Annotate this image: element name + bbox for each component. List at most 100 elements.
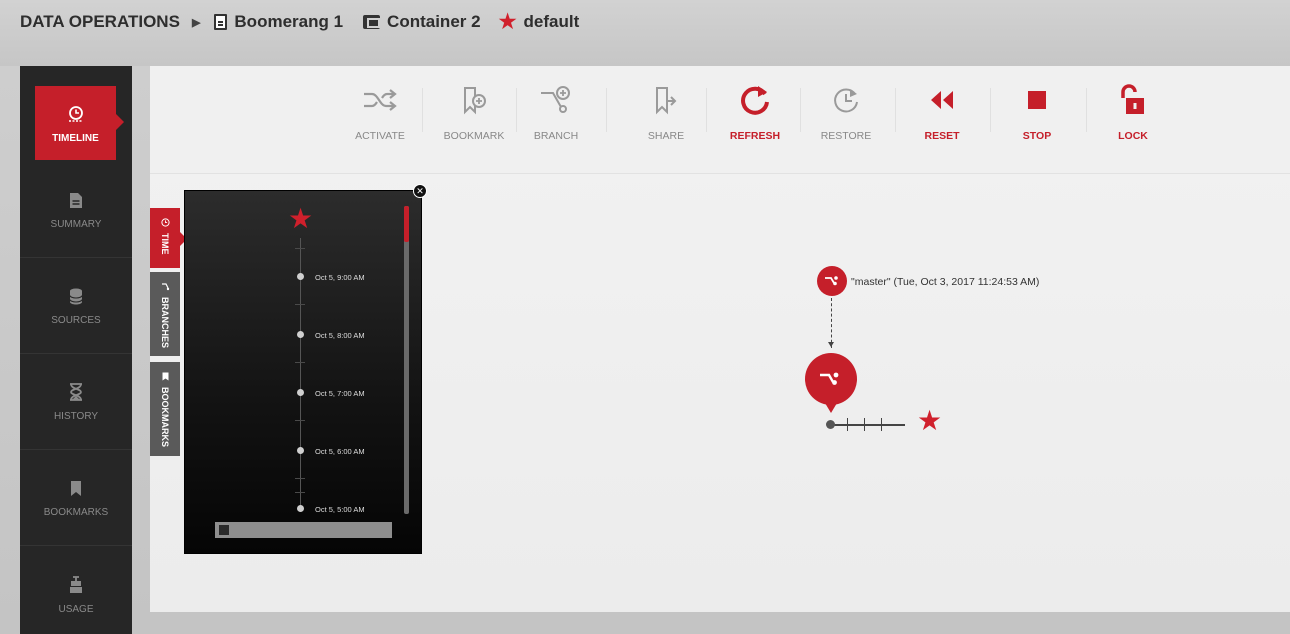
branch-node-master[interactable] xyxy=(817,266,847,296)
restore-button[interactable]: RESTORE xyxy=(806,84,886,154)
sidebar-item-label: USAGE xyxy=(58,603,94,615)
timeline-tick xyxy=(295,248,305,249)
sidebar-item-sources[interactable]: SOURCES xyxy=(20,258,132,354)
hourglass-icon xyxy=(65,381,87,403)
timeline-marker[interactable] xyxy=(297,331,304,338)
timeline-time-label: Oct 5, 9:00 AM xyxy=(315,273,365,282)
timeline-marker[interactable] xyxy=(297,273,304,280)
refresh-icon xyxy=(735,84,775,116)
timeline-time-label: Oct 5, 6:00 AM xyxy=(315,447,365,456)
header-bar: DATA OPERATIONS ▶ Boomerang 1 Container … xyxy=(0,0,1290,66)
timeline-horizontal-scrollbar[interactable] xyxy=(215,522,392,538)
toolbar-divider xyxy=(706,88,707,132)
timeline-scrollbar-thumb[interactable] xyxy=(404,206,409,242)
stop-button[interactable]: STOP xyxy=(997,84,1077,154)
branch-timeline-tick xyxy=(881,418,882,431)
timeline-marker[interactable] xyxy=(297,505,304,512)
bookmark-icon xyxy=(65,477,87,499)
refresh-label: REFRESH xyxy=(729,130,781,142)
clock-icon xyxy=(160,218,170,227)
branch-connector xyxy=(831,298,832,348)
timeline-marker[interactable] xyxy=(297,447,304,454)
timeline-clock-icon xyxy=(65,103,87,125)
sidebar-item-timeline[interactable]: TIMELINE xyxy=(35,86,124,160)
branch-icon xyxy=(536,84,576,116)
tab-label: BOOKMARKS xyxy=(160,387,170,447)
branch-icon xyxy=(820,372,839,385)
breadcrumb-label: default xyxy=(523,12,580,31)
star-icon: ★ xyxy=(498,11,517,33)
branch-icon xyxy=(825,276,838,286)
sidebar-item-label: BOOKMARKS xyxy=(43,507,109,518)
branch-button[interactable]: BRANCH xyxy=(516,84,596,154)
shuffle-icon xyxy=(360,84,400,116)
toolbar: ACTIVATE BOOKMARK BRANCH SHARE REFRESH R… xyxy=(150,66,1290,174)
container-icon xyxy=(363,15,381,29)
toolbar-divider xyxy=(606,88,607,132)
refresh-button[interactable]: REFRESH xyxy=(715,84,795,154)
reset-label: RESET xyxy=(924,130,960,142)
star-icon: ★ xyxy=(288,203,314,234)
reset-button[interactable]: RESET xyxy=(902,84,982,154)
sidebar-item-label: HISTORY xyxy=(53,411,99,422)
breadcrumb: DATA OPERATIONS ▶ Boomerang 1 Container … xyxy=(20,9,579,35)
bookmark-icon xyxy=(162,372,168,381)
breadcrumb-item-default[interactable]: ★ default xyxy=(499,12,580,32)
sidebar-item-label: SOURCES xyxy=(51,315,101,326)
toolbar-divider xyxy=(990,88,991,132)
timeline-marker[interactable] xyxy=(297,389,304,396)
sidebar-item-label: TIMELINE xyxy=(52,132,99,144)
timeline-panel xyxy=(184,190,422,554)
document-icon xyxy=(65,189,87,211)
bookmark-button[interactable]: BOOKMARK xyxy=(434,84,514,154)
stop-label: STOP xyxy=(1022,130,1052,142)
weight-icon xyxy=(65,574,87,596)
sidebar-item-summary[interactable]: SUMMARY xyxy=(20,162,132,258)
branch-timeline-start xyxy=(826,420,835,429)
sidebar-item-bookmarks[interactable]: BOOKMARKS xyxy=(20,450,132,546)
document-icon xyxy=(214,14,228,30)
activate-button[interactable]: ACTIVATE xyxy=(340,84,420,154)
restore-label: RESTORE xyxy=(820,130,872,142)
sidebar: TIMELINE SUMMARY SOURCES HISTORY BOOKMAR… xyxy=(20,66,132,634)
toolbar-divider xyxy=(895,88,896,132)
breadcrumb-label: Container 2 xyxy=(387,12,481,31)
database-icon xyxy=(65,285,87,307)
breadcrumb-item-container[interactable]: Container 2 xyxy=(363,12,481,32)
timeline-tick xyxy=(295,304,305,305)
branch-icon xyxy=(161,283,169,291)
tab-label: TIME xyxy=(160,233,170,255)
share-button[interactable]: SHARE xyxy=(626,84,706,154)
branch-timeline-tick xyxy=(847,418,848,431)
timeline-scrollbar[interactable] xyxy=(404,206,409,514)
breadcrumb-item-dataset[interactable]: Boomerang 1 xyxy=(214,12,343,32)
share-icon xyxy=(646,84,686,116)
branch-timeline-tick xyxy=(864,418,865,431)
timeline-tick xyxy=(295,492,305,493)
activate-label: ACTIVATE xyxy=(355,130,405,142)
lock-button[interactable]: LOCK xyxy=(1093,84,1173,154)
rewind-icon xyxy=(922,84,962,116)
timeline-horizontal-scrollbar-thumb[interactable] xyxy=(219,525,229,535)
arrow-down-icon xyxy=(828,342,834,347)
toolbar-divider xyxy=(1086,88,1087,132)
branch-node-current[interactable] xyxy=(805,353,857,413)
sidebar-item-usage[interactable]: USAGE xyxy=(20,546,132,634)
timeline-time-label: Oct 5, 5:00 AM xyxy=(315,505,365,514)
sidebar-item-label: SUMMARY xyxy=(50,219,102,230)
star-icon[interactable]: ★ xyxy=(917,407,942,435)
tab-bookmarks[interactable]: BOOKMARKS xyxy=(150,362,180,456)
tab-time[interactable]: TIME xyxy=(150,208,187,268)
toolbar-divider xyxy=(800,88,801,132)
tab-branches[interactable]: BRANCHES xyxy=(150,272,180,356)
close-icon[interactable]: ✕ xyxy=(413,184,427,198)
timeline-tick xyxy=(295,362,305,363)
breadcrumb-root[interactable]: DATA OPERATIONS xyxy=(20,12,180,32)
timeline-time-label: Oct 5, 8:00 AM xyxy=(315,331,365,340)
bookmark-label: BOOKMARK xyxy=(443,130,505,142)
branch-label: BRANCH xyxy=(533,130,579,142)
sidebar-item-history[interactable]: HISTORY xyxy=(20,354,132,450)
branch-timeline-track xyxy=(829,424,905,426)
timeline-time-label: Oct 5, 7:00 AM xyxy=(315,389,365,398)
breadcrumb-label: Boomerang 1 xyxy=(234,12,344,31)
